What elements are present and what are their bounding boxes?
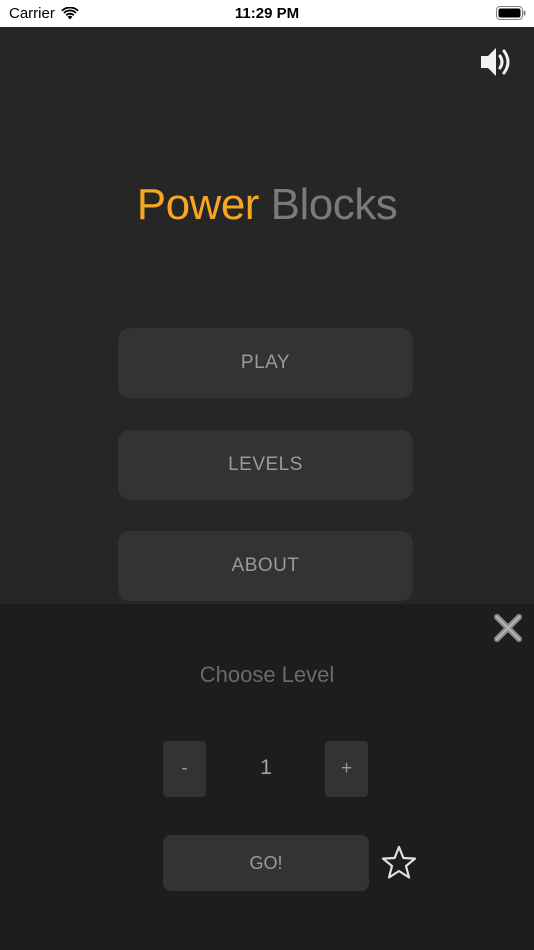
- play-button[interactable]: PLAY: [118, 328, 413, 398]
- level-chooser-panel: Choose Level - 1 + GO!: [0, 604, 534, 950]
- status-time: 11:29 PM: [234, 5, 300, 22]
- sound-toggle-button[interactable]: [478, 44, 514, 80]
- battery-icon: [496, 6, 526, 20]
- increment-button[interactable]: +: [325, 741, 368, 797]
- speaker-icon: [481, 48, 510, 76]
- close-button[interactable]: [492, 612, 524, 644]
- about-button[interactable]: ABOUT: [118, 531, 413, 601]
- star-icon: [381, 845, 417, 879]
- favorite-button[interactable]: [380, 844, 418, 882]
- choose-level-heading: Choose Level: [199, 662, 335, 687]
- levels-button[interactable]: LEVELS: [118, 430, 413, 500]
- level-value: 1: [260, 756, 272, 779]
- title-blocks: Blocks: [270, 180, 398, 229]
- app-title: Power Blocks: [0, 180, 534, 230]
- title-power: Power: [136, 180, 260, 229]
- status-bar: Carrier 11:29 PM: [0, 0, 534, 27]
- decrement-button[interactable]: -: [163, 741, 206, 797]
- close-icon: [494, 614, 522, 642]
- go-button[interactable]: GO!: [163, 835, 369, 891]
